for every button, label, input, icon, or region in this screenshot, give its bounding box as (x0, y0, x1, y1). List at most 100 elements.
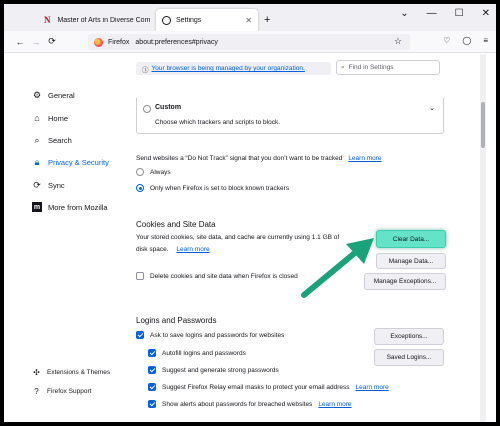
maximize-icon[interactable]: ☐ (455, 8, 464, 19)
sidebar-item-label: More from Mozilla (48, 202, 108, 212)
scrollbar-thumb[interactable] (481, 102, 485, 148)
autofill-logins-option[interactable]: Autofill logins and passwords (148, 349, 246, 357)
breach-alerts-checkbox[interactable] (148, 400, 156, 408)
cookies-usage-line2: disk space. (136, 246, 169, 253)
reload-icon[interactable]: ⟳ (44, 36, 60, 47)
pocket-icon[interactable]: ♡ (443, 36, 450, 45)
tab-settings[interactable]: Settings ✕ (156, 9, 258, 31)
custom-description: Choose which trackers and scripts to blo… (155, 119, 280, 126)
minimize-icon[interactable]: — (427, 8, 437, 19)
back-icon[interactable]: ← (12, 37, 28, 47)
lock-icon: 🔒︎ (34, 156, 40, 167)
mozilla-icon: m (32, 202, 42, 212)
scrollbar[interactable] (480, 54, 486, 422)
forward-icon[interactable]: → (28, 37, 44, 47)
dnt-learn-more-link[interactable]: Learn more (348, 155, 381, 162)
find-in-settings-input[interactable]: ⌕ Find in Settings (336, 60, 440, 75)
logins-exceptions-button[interactable]: Exceptions... (374, 328, 444, 345)
delete-on-close-checkbox[interactable] (136, 272, 144, 280)
cookies-usage-line1: Your stored cookies, site data, and cach… (136, 234, 340, 241)
firefox-view-button[interactable] (4, 9, 18, 31)
manage-exceptions-button[interactable]: Manage Exceptions... (364, 273, 446, 290)
sidebar-item-more-from-mozilla[interactable]: m More from Mozilla (32, 202, 108, 212)
tab-title: Settings (176, 16, 202, 24)
ask-save-logins-checkbox[interactable] (136, 331, 144, 339)
logins-section-title: Logins and Passwords (136, 316, 217, 325)
home-icon: ⌂ (34, 113, 40, 123)
delete-on-close-option[interactable]: Delete cookies and site data when Firefo… (136, 272, 298, 280)
sidebar-extensions-themes[interactable]: ✣ Extensions & Themes (32, 368, 110, 377)
suggest-passwords-option[interactable]: Suggest and generate strong passwords (148, 366, 279, 374)
url-text[interactable]: about:preferences#privacy (135, 39, 218, 46)
relay-masks-label: Suggest Firefox Relay email masks to pro… (162, 383, 350, 391)
dnt-option-trackers[interactable]: Only when Firefox is set to block known … (136, 184, 289, 192)
firefox-logo-icon (94, 37, 103, 47)
breach-learn-more-link[interactable]: Learn more (318, 401, 351, 408)
settings-sidebar: ⚙ General ⌂ Home ⌕ Search 🔒︎ Privacy & S… (4, 54, 124, 422)
chevron-down-icon[interactable]: ⌄ (429, 104, 435, 112)
sidebar-item-sync[interactable]: ⟳ Sync (32, 179, 65, 190)
clear-data-button[interactable]: Clear Data... (376, 230, 446, 248)
dnt-trackers-radio[interactable] (136, 184, 144, 192)
tab-list-icon[interactable]: ⌄ (400, 8, 408, 19)
sidebar-item-label: Home (48, 113, 69, 123)
sidebar-footer-label: Extensions & Themes (47, 369, 111, 376)
address-bar[interactable]: Firefox about:preferences#privacy ☆ (88, 34, 410, 50)
n-logo-icon: N (44, 14, 51, 25)
custom-radio[interactable] (143, 105, 151, 113)
sidebar-item-privacy-security[interactable]: 🔒︎ Privacy & Security (32, 157, 109, 167)
policy-notice: ⓘ Your browser is being managed by your … (136, 62, 331, 75)
relay-masks-option[interactable]: Suggest Firefox Relay email masks to pro… (148, 383, 389, 391)
manage-data-button[interactable]: Manage Data... (376, 253, 446, 269)
new-tab-button[interactable]: + (258, 9, 276, 31)
saved-logins-button[interactable]: Saved Logins... (374, 349, 444, 366)
suggest-passwords-label: Suggest and generate strong passwords (162, 366, 279, 374)
sidebar-firefox-support[interactable]: ? Firefox Support (32, 387, 91, 396)
relay-masks-checkbox[interactable] (148, 383, 156, 391)
cookies-usage-text: Your stored cookies, site data, and cach… (136, 232, 366, 256)
sidebar-item-label: Sync (48, 180, 65, 190)
sync-icon: ⟳ (33, 179, 41, 190)
dnt-option-always[interactable]: Always (136, 168, 171, 176)
menu-icon[interactable]: ≡ (483, 36, 488, 45)
dnt-text: Send websites a “Do Not Track” signal th… (136, 155, 343, 162)
autofill-logins-label: Autofill logins and passwords (162, 349, 246, 357)
dnt-trackers-label: Only when Firefox is set to block known … (150, 184, 290, 192)
account-icon[interactable]: ◯ (462, 36, 471, 45)
gear-icon: ⚙ (32, 89, 42, 100)
autofill-logins-checkbox[interactable] (148, 349, 156, 357)
policy-link[interactable]: Your browser is being managed by your or… (152, 65, 305, 72)
custom-protection-option[interactable]: Custom ⌄ Choose which trackers and scrip… (136, 98, 444, 134)
sidebar-item-label: Search (48, 135, 72, 145)
sidebar-item-home[interactable]: ⌂ Home (32, 113, 68, 123)
identity-box[interactable]: Firefox (94, 37, 130, 47)
search-icon: ⌕ (34, 134, 40, 145)
ask-save-logins-option[interactable]: Ask to save logins and passwords for web… (136, 331, 284, 339)
sidebar-item-label: General (48, 90, 75, 100)
ask-save-logins-label: Ask to save logins and passwords for web… (150, 331, 285, 339)
help-icon: ? (34, 387, 39, 396)
info-icon: ⓘ (142, 66, 149, 74)
relay-learn-more-link[interactable]: Learn more (356, 384, 389, 391)
browser-window: N Master of Arts in Diverse Comm Setting… (0, 0, 500, 426)
gear-icon (162, 15, 171, 25)
breach-alerts-option[interactable]: Show alerts about passwords for breached… (148, 400, 352, 408)
brand-label: Firefox (108, 38, 130, 46)
navigation-bar: ← → ⟳ Firefox about:preferences#privacy … (4, 31, 496, 53)
cookies-learn-more-link[interactable]: Learn more (176, 246, 209, 253)
suggest-passwords-checkbox[interactable] (148, 366, 156, 374)
breach-alerts-label: Show alerts about passwords for breached… (162, 400, 313, 408)
tab-strip: N Master of Arts in Diverse Comm Setting… (4, 4, 496, 31)
dnt-always-radio[interactable] (136, 168, 144, 176)
sidebar-footer-label: Firefox Support (47, 388, 92, 395)
tab-master-of-arts[interactable]: N Master of Arts in Diverse Comm (38, 9, 156, 31)
puzzle-icon: ✣ (33, 368, 40, 377)
tab-title: Master of Arts in Diverse Comm (57, 16, 150, 24)
close-tab-icon[interactable]: ✕ (245, 16, 252, 25)
custom-title: Custom (155, 104, 182, 111)
sidebar-item-search[interactable]: ⌕ Search (32, 134, 72, 145)
sidebar-item-label: Privacy & Security (48, 157, 109, 167)
sidebar-item-general[interactable]: ⚙ General (32, 90, 75, 100)
close-window-icon[interactable]: ✕ (482, 8, 490, 19)
bookmark-star-icon[interactable]: ☆ (394, 36, 402, 47)
